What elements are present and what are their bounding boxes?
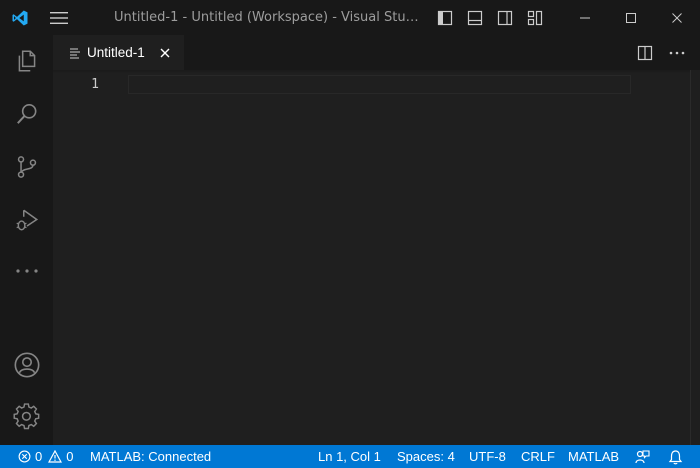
- toggle-panel-icon[interactable]: [464, 7, 486, 29]
- tab-bar: Untitled-1: [53, 35, 700, 70]
- split-editor-icon[interactable]: [634, 42, 656, 64]
- warning-icon: [48, 450, 63, 463]
- status-bar: 0 0 MATLAB: Connected Ln 1, Col 1 Spaces…: [0, 445, 700, 468]
- editor-area: Untitled-1 1: [53, 35, 700, 445]
- error-count: 0: [35, 449, 43, 464]
- title-bar: Untitled-1 - Untitled (Workspace) - Visu…: [0, 0, 700, 35]
- indentation[interactable]: Spaces: 4: [397, 445, 455, 468]
- toggle-secondary-sidebar-icon[interactable]: [494, 7, 516, 29]
- explorer-icon[interactable]: [0, 37, 53, 85]
- tab-untitled-1[interactable]: Untitled-1: [53, 35, 184, 70]
- vertical-scrollbar[interactable]: [690, 70, 700, 445]
- toggle-primary-sidebar-icon[interactable]: [434, 7, 456, 29]
- minimize-icon[interactable]: [562, 0, 608, 35]
- file-lines-icon: [69, 47, 81, 59]
- notifications-bell-icon[interactable]: [668, 445, 683, 468]
- menu-icon[interactable]: [40, 0, 78, 35]
- window-title: Untitled-1 - Untitled (Workspace) - Visu…: [114, 10, 424, 25]
- activity-bar: [0, 35, 53, 445]
- matlab-status[interactable]: MATLAB: Connected: [90, 445, 211, 468]
- problems-indicator[interactable]: 0 0: [18, 445, 73, 468]
- error-icon: [18, 450, 31, 463]
- line-number: 1: [91, 77, 99, 92]
- cursor-position[interactable]: Ln 1, Col 1: [318, 445, 381, 468]
- more-icon[interactable]: [0, 247, 53, 295]
- close-icon[interactable]: [654, 0, 700, 35]
- search-icon[interactable]: [0, 90, 53, 138]
- feedback-icon[interactable]: [634, 445, 650, 468]
- maximize-icon[interactable]: [608, 0, 654, 35]
- manage-gear-icon[interactable]: [0, 393, 53, 441]
- tab-close-icon[interactable]: [157, 45, 173, 61]
- line-ending[interactable]: CRLF: [521, 445, 555, 468]
- more-actions-icon[interactable]: [666, 42, 688, 64]
- tabs-shadow: [53, 70, 690, 73]
- vscode-logo-icon: [0, 0, 40, 35]
- tab-label: Untitled-1: [87, 45, 145, 60]
- editor-text-area[interactable]: [128, 75, 631, 94]
- encoding[interactable]: UTF-8: [469, 445, 506, 468]
- warning-count: 0: [66, 449, 74, 464]
- run-debug-icon[interactable]: [0, 196, 53, 244]
- accounts-icon[interactable]: [0, 341, 53, 389]
- language-mode[interactable]: MATLAB: [568, 445, 619, 468]
- source-control-icon[interactable]: [0, 143, 53, 191]
- customize-layout-icon[interactable]: [524, 7, 546, 29]
